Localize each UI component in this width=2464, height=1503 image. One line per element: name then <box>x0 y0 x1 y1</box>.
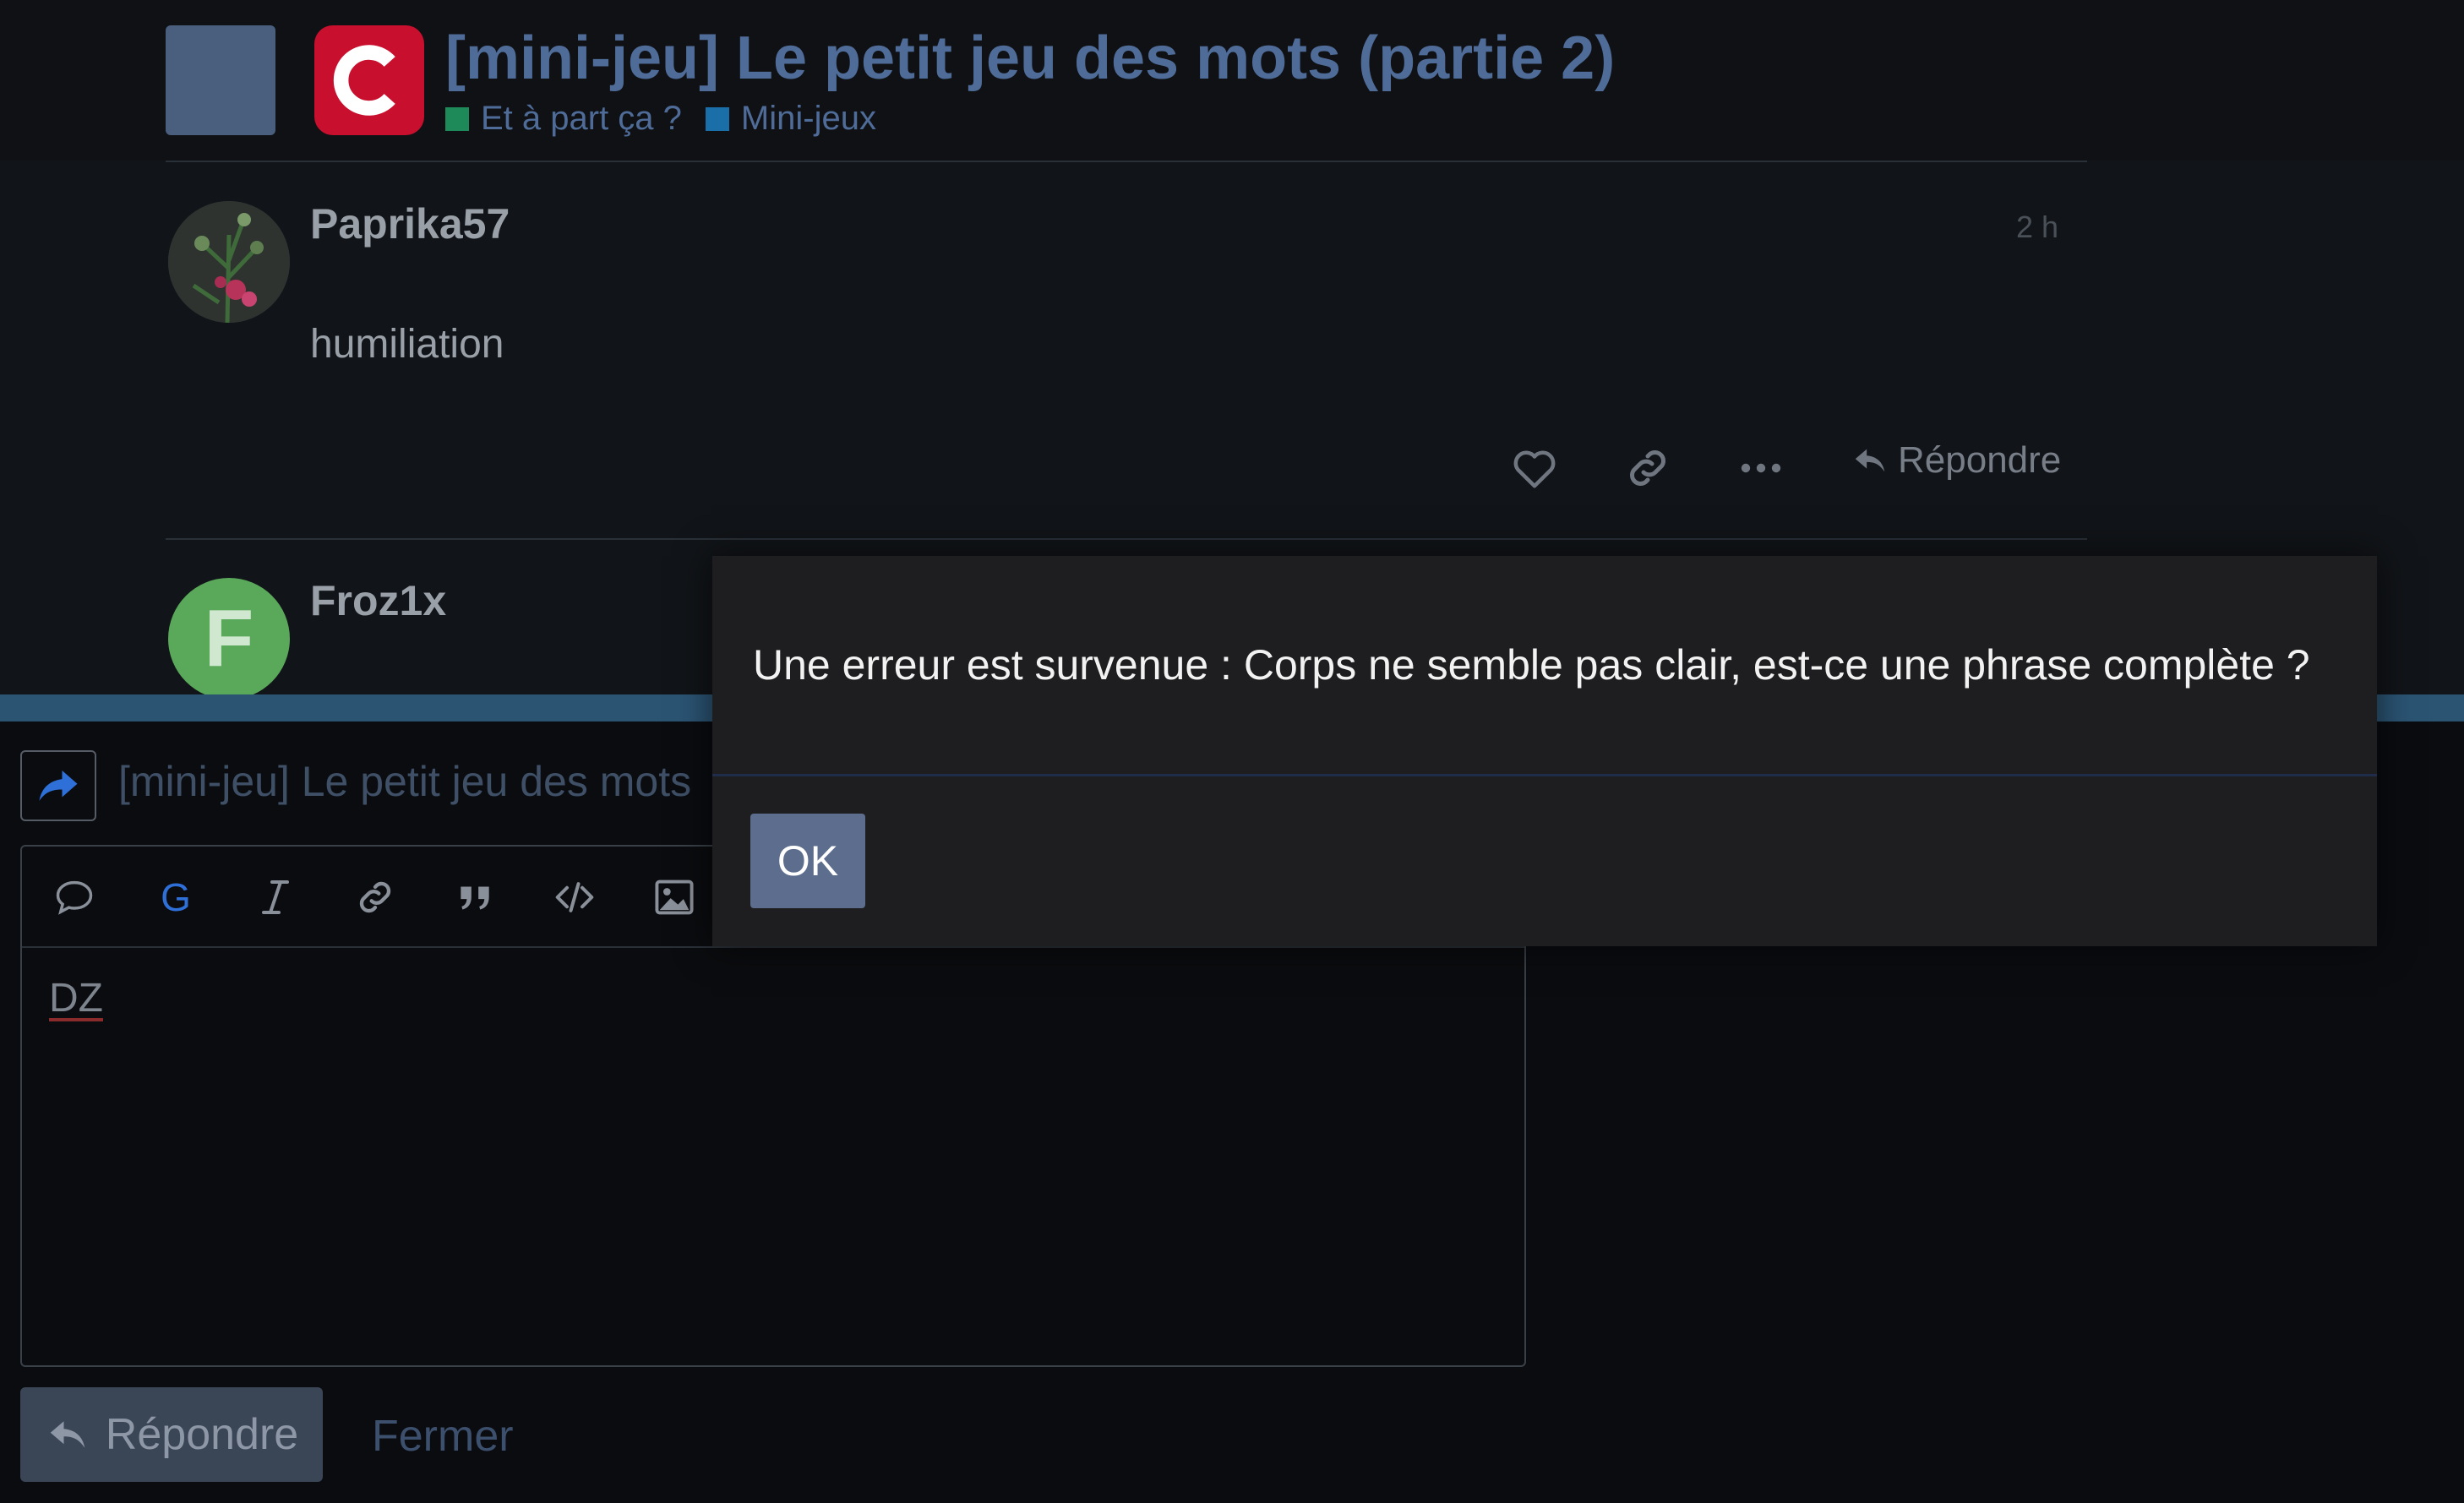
category-label: Mini-jeux <box>740 100 876 137</box>
image-icon[interactable] <box>651 874 698 921</box>
category-list: Et à part ça ? Mini-jeux <box>445 100 900 138</box>
category-badge[interactable]: Et à part ça ? <box>445 100 682 138</box>
speech-bubble-icon[interactable] <box>51 874 98 921</box>
copy-link-button[interactable] <box>1622 443 1673 493</box>
italic-icon[interactable] <box>252 874 299 921</box>
post-timestamp[interactable]: 2 h <box>2011 210 2058 245</box>
link-icon <box>1630 450 1665 486</box>
link-icon[interactable] <box>352 874 399 921</box>
flower-avatar-icon <box>168 201 290 323</box>
post-reply-label: Répondre <box>1898 439 2062 481</box>
error-dialog: Une erreur est survenue : Corps ne sembl… <box>712 556 2377 946</box>
dialog-divider <box>712 774 2377 776</box>
composer-topic-title: [mini-jeu] Le petit jeu des mots <box>118 758 692 805</box>
avatar[interactable] <box>168 201 290 323</box>
category-label: Et à part ça ? <box>481 100 682 137</box>
editor-content[interactable]: DZ <box>49 975 103 1021</box>
reply-arrow-icon <box>50 1421 85 1448</box>
avatar[interactable]: F <box>168 578 290 700</box>
submit-reply-button[interactable]: Répondre <box>20 1387 323 1482</box>
post-username[interactable]: Paprika57 <box>310 199 510 248</box>
home-logo[interactable] <box>166 25 275 135</box>
ok-button[interactable]: OK <box>750 814 865 908</box>
category-color-square <box>445 106 469 131</box>
category-badge[interactable]: Mini-jeux <box>705 100 876 138</box>
site-logo[interactable] <box>314 25 424 135</box>
share-arrow-icon <box>39 771 78 801</box>
category-color-square <box>705 106 729 131</box>
header-divider <box>166 161 2087 162</box>
close-composer-button[interactable]: Fermer <box>372 1411 514 1462</box>
code-icon[interactable] <box>551 874 598 921</box>
like-button[interactable] <box>1509 443 1560 493</box>
submit-reply-label: Répondre <box>105 1410 299 1459</box>
heart-icon <box>1513 450 1556 488</box>
ellipsis-icon <box>1741 463 1781 473</box>
post-body: humiliation <box>310 322 504 367</box>
reply-arrow-icon <box>1855 449 1885 472</box>
bold-icon[interactable]: G <box>152 874 199 921</box>
post-divider <box>166 538 2087 540</box>
post-reply-button[interactable]: Répondre <box>1851 439 2061 482</box>
c-logo-icon <box>333 45 395 116</box>
reply-target-button[interactable] <box>20 750 96 821</box>
topic-header: [mini-jeu] Le petit jeu des mots (partie… <box>0 0 2464 161</box>
error-message: Une erreur est survenue : Corps ne sembl… <box>753 641 2310 689</box>
avatar-letter: F <box>204 593 254 683</box>
bold-glyph: G <box>161 875 191 919</box>
quote-icon[interactable] <box>451 874 499 921</box>
topic-title[interactable]: [mini-jeu] Le petit jeu des mots (partie… <box>445 24 1615 93</box>
more-actions-button[interactable] <box>1737 451 1785 485</box>
page: [mini-jeu] Le petit jeu des mots (partie… <box>0 0 2464 1503</box>
post-username[interactable]: Froz1x <box>310 576 446 625</box>
